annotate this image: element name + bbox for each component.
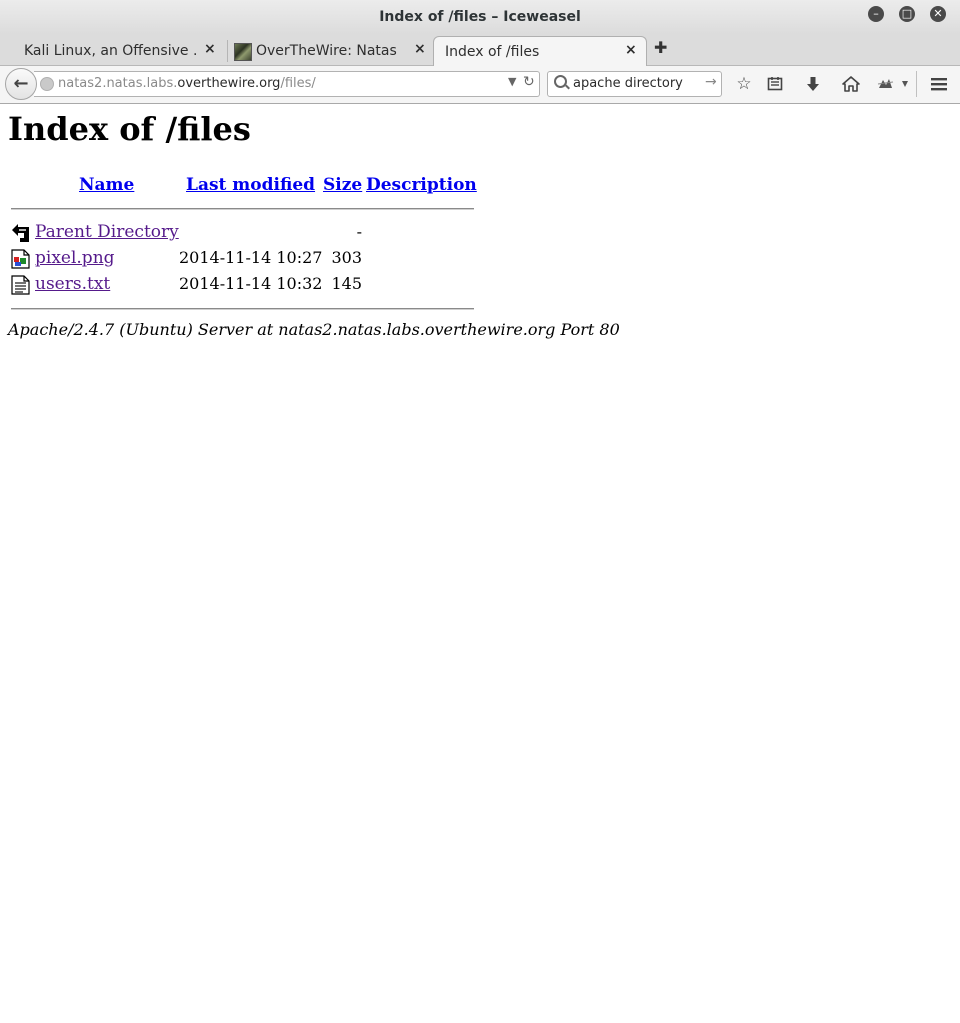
hamburger-menu-icon[interactable] [928, 73, 950, 95]
overthewire-favicon-icon [234, 43, 252, 61]
tab-kali-linux[interactable]: Kali Linux, an Offensive ... × [16, 36, 228, 65]
minimize-icon[interactable]: – [868, 6, 884, 22]
search-input[interactable]: apache directory → [547, 71, 722, 97]
divider [11, 308, 474, 310]
text-file-icon [11, 275, 30, 295]
new-tab-icon[interactable]: ✚ [654, 38, 667, 57]
history-dropdown-icon[interactable]: ▼ [508, 75, 516, 88]
search-icon [554, 75, 567, 88]
page-content: Index of /files Name Last modified Size … [0, 104, 960, 1023]
reload-icon[interactable]: ↻ [523, 74, 535, 90]
url-bar[interactable]: natas2.natas.labs.overthewire.org/files/… [34, 71, 540, 97]
page-title: Index of /files [8, 110, 251, 148]
file-link-pixel-png[interactable]: pixel.png [35, 248, 115, 268]
tab-label: Kali Linux, an Offensive ... [24, 43, 196, 59]
back-button[interactable]: ← [5, 68, 37, 100]
sort-by-last-modified-link[interactable]: Last modified [186, 175, 315, 195]
table-row: Parent Directory - [0, 221, 480, 245]
tab-close-icon[interactable]: × [204, 41, 216, 57]
navigation-toolbar: natas2.natas.labs.overthewire.org/files/… [0, 66, 960, 104]
file-link-users-txt[interactable]: users.txt [35, 274, 110, 294]
tab-label: Index of /files [445, 44, 540, 60]
globe-icon [40, 77, 54, 91]
file-date: 2014-11-14 10:32 [179, 274, 323, 293]
image-icon [11, 249, 30, 269]
tab-label: OverTheWire: Natas [256, 43, 397, 59]
sort-by-name-link[interactable]: Name [79, 175, 134, 195]
file-size: 303 [331, 248, 362, 267]
server-signature: Apache/2.4.7 (Ubuntu) Server at natas2.n… [8, 320, 620, 339]
file-date: 2014-11-14 10:27 [179, 248, 323, 267]
file-size: 145 [331, 274, 362, 293]
back-icon [11, 223, 30, 243]
window-title: Index of /files – Iceweasel [379, 9, 581, 25]
tab-index-of-files[interactable]: Index of /files × [433, 36, 647, 67]
reading-list-icon[interactable] [764, 73, 786, 95]
close-window-icon[interactable]: ✕ [930, 6, 946, 22]
table-row: users.txt 2014-11-14 10:32 145 [0, 273, 480, 297]
addon-menu-icon[interactable] [875, 73, 911, 95]
parent-directory-link[interactable]: Parent Directory [35, 222, 179, 242]
table-row: pixel.png 2014-11-14 10:27 303 [0, 247, 480, 271]
tab-overthewire-natas[interactable]: OverTheWire: Natas × [234, 36, 430, 65]
search-go-icon[interactable]: → [705, 74, 717, 90]
tab-close-icon[interactable]: × [414, 41, 426, 57]
file-size: - [356, 222, 362, 241]
bookmark-star-icon[interactable]: ☆ [733, 73, 755, 95]
tab-strip: Kali Linux, an Offensive ... × OverTheWi… [0, 34, 960, 67]
tab-close-icon[interactable]: × [625, 42, 637, 58]
divider [11, 208, 474, 210]
maximize-icon[interactable]: □ [899, 6, 915, 22]
downloads-icon[interactable] [802, 73, 824, 95]
home-icon[interactable] [840, 73, 862, 95]
url-text: natas2.natas.labs.overthewire.org/files/ [58, 76, 316, 91]
sort-by-size-link[interactable]: Size [323, 175, 362, 195]
search-value: apache directory [573, 76, 683, 91]
sort-by-description-link[interactable]: Description [366, 175, 477, 195]
window-titlebar: Index of /files – Iceweasel – □ ✕ [0, 0, 960, 34]
